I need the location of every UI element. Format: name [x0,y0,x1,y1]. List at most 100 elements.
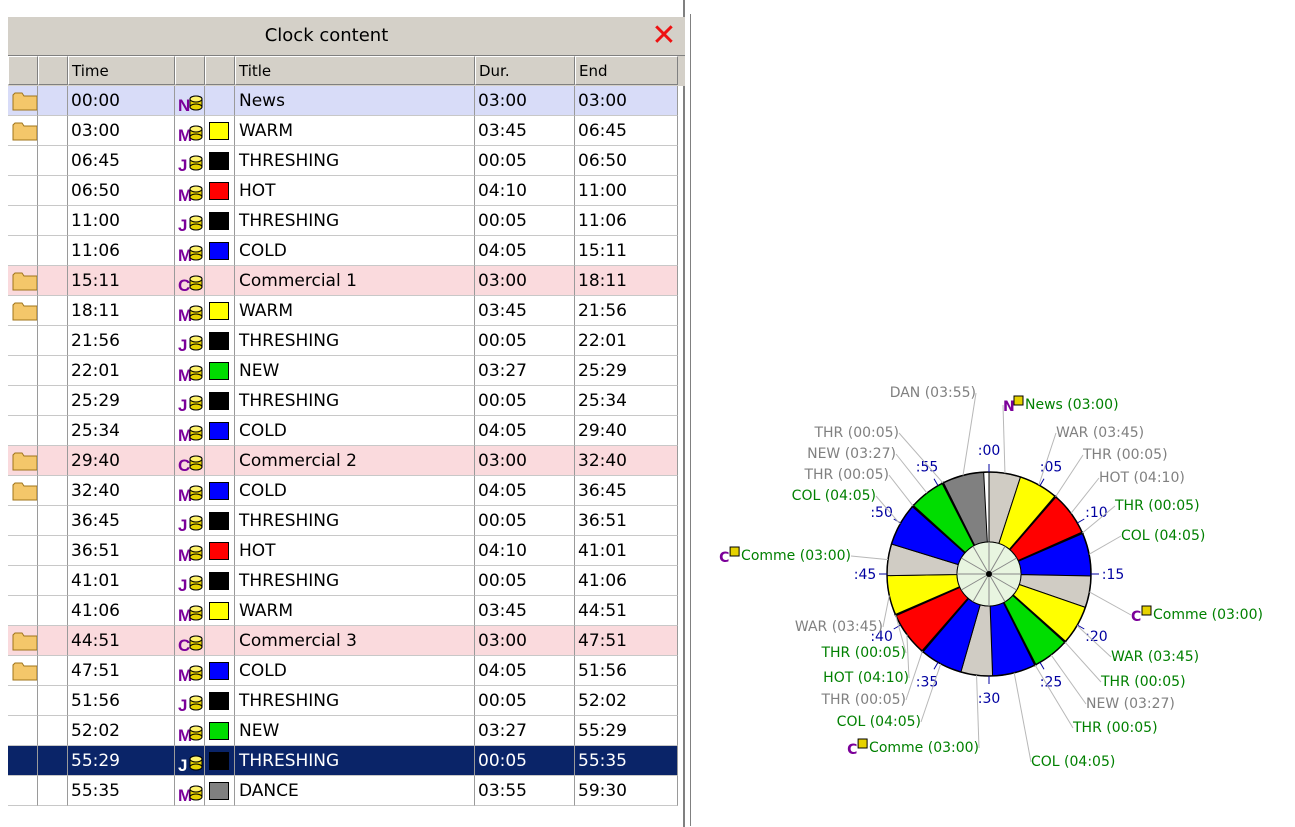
item-type-icon: M [175,720,204,745]
folder-cell [8,296,38,326]
table-row[interactable]: 11:06 M COLD 04:05 15:11 [8,236,678,266]
table-row[interactable]: 51:56 J THRESHING 00:05 52:02 [8,686,678,716]
duration-cell: 00:05 [475,566,575,596]
color-cell [205,296,235,326]
blank-cell [38,356,68,386]
duration-cell: 04:05 [475,236,575,266]
blank-cell [38,746,68,776]
item-type-icon: J [175,390,204,415]
clock-segment-label: NEW (03:27) [1086,696,1175,712]
header-folder-col[interactable] [8,56,38,85]
clock-tick [933,662,939,670]
close-icon[interactable]: ✕ [649,21,679,51]
category-color-swatch [209,122,229,140]
table-row[interactable]: 36:51 M HOT 04:10 41:01 [8,536,678,566]
end-cell: 44:51 [575,596,678,626]
end-cell: 52:02 [575,686,678,716]
table-row[interactable]: 22:01 M NEW 03:27 25:29 [8,356,678,386]
clock-segment-label: COL (04:05) [837,714,921,730]
clock-leader-line [1089,591,1132,616]
type-cell: C [175,266,205,296]
clock-segment-label: THR (00:05) [803,467,889,483]
table-row[interactable]: 55:35 M DANCE 03:55 59:30 [8,776,678,806]
time-cell: 25:29 [68,386,175,416]
title-cell: THRESHING [235,326,475,356]
duration-cell: 00:05 [475,386,575,416]
clock-type-icon: C [719,550,729,566]
end-cell: 25:34 [575,386,678,416]
clock-type-icon: C [847,742,857,758]
folder-icon[interactable] [12,661,37,681]
folder-cell [8,356,38,386]
folder-icon[interactable] [12,301,37,321]
folder-icon[interactable] [12,121,37,141]
folder-icon[interactable] [12,91,37,111]
category-color-swatch [209,512,229,530]
table-row[interactable]: 36:45 J THRESHING 00:05 36:51 [8,506,678,536]
table-row[interactable]: 00:00 N News 03:00 03:00 [8,86,678,116]
table-row[interactable]: 25:34 M COLD 04:05 29:40 [8,416,678,446]
end-cell: 06:50 [575,146,678,176]
type-cell: M [175,536,205,566]
item-type-icon: J [175,750,204,775]
folder-icon[interactable] [12,271,37,291]
header-type-col[interactable] [175,56,205,85]
type-cell: J [175,146,205,176]
clock-diagram[interactable]: :00:05:10:15:20:25:30:35:40:45:50:55N New… [691,14,1288,826]
header-blank-col[interactable] [38,56,68,85]
table-row[interactable]: 21:56 J THRESHING 00:05 22:01 [8,326,678,356]
table-row[interactable]: 41:06 M WARM 03:45 44:51 [8,596,678,626]
blank-cell [38,656,68,686]
duration-cell: 00:05 [475,146,575,176]
header-time[interactable]: Time [68,56,175,85]
folder-icon[interactable] [12,481,37,501]
clock-segment-label: THR (00:05) [820,692,906,708]
header-color-col[interactable] [205,56,235,85]
panel-titlebar: Clock content ✕ [8,17,685,56]
header-end[interactable]: End [575,56,678,85]
table-row[interactable]: 55:29 J THRESHING 00:05 55:35 [8,746,678,776]
table-row[interactable]: 32:40 M COLD 04:05 36:45 [8,476,678,506]
table-row[interactable]: 52:02 M NEW 03:27 55:29 [8,716,678,746]
title-cell: THRESHING [235,566,475,596]
item-type-icon: M [175,600,204,625]
blank-cell [38,86,68,116]
table-row[interactable]: 03:00 M WARM 03:45 06:45 [8,116,678,146]
category-color-swatch [209,602,229,620]
folder-icon[interactable] [12,451,37,471]
item-type-icon: M [175,120,204,145]
time-cell: 18:11 [68,296,175,326]
folder-icon[interactable] [12,631,37,651]
clock-segment-label: Comme (03:00) [869,740,979,756]
header-duration[interactable]: Dur. [475,56,575,85]
blank-cell [38,716,68,746]
duration-cell: 03:55 [475,776,575,806]
folder-cell [8,506,38,536]
table-row[interactable]: 06:50 M HOT 04:10 11:00 [8,176,678,206]
duration-cell: 00:05 [475,206,575,236]
duration-cell: 00:05 [475,326,575,356]
folder-cell [8,776,38,806]
clock-leader-line [888,474,914,507]
table-row[interactable]: 06:45 J THRESHING 00:05 06:50 [8,146,678,176]
type-cell: M [175,236,205,266]
title-cell: Commercial 3 [235,626,475,656]
table-row[interactable]: 41:01 J THRESHING 00:05 41:06 [8,566,678,596]
duration-cell: 03:45 [475,296,575,326]
end-cell: 18:11 [575,266,678,296]
time-cell: 22:01 [68,356,175,386]
folder-cell [8,266,38,296]
table-row[interactable]: 44:51 C Commercial 3 03:00 47:51 [8,626,678,656]
time-cell: 55:29 [68,746,175,776]
table-row[interactable]: 29:40 C Commercial 2 03:00 32:40 [8,446,678,476]
header-title[interactable]: Title [235,56,475,85]
clock-leader-line [976,675,980,749]
table-row[interactable]: 25:29 J THRESHING 00:05 25:34 [8,386,678,416]
table-row[interactable]: 11:00 J THRESHING 00:05 11:06 [8,206,678,236]
table-row[interactable]: 18:11 M WARM 03:45 21:56 [8,296,678,326]
clock-minute-label: :50 [870,505,893,521]
table-row[interactable]: 15:11 C Commercial 1 03:00 18:11 [8,266,678,296]
folder-cell [8,236,38,266]
time-cell: 52:02 [68,716,175,746]
table-row[interactable]: 47:51 M COLD 04:05 51:56 [8,656,678,686]
